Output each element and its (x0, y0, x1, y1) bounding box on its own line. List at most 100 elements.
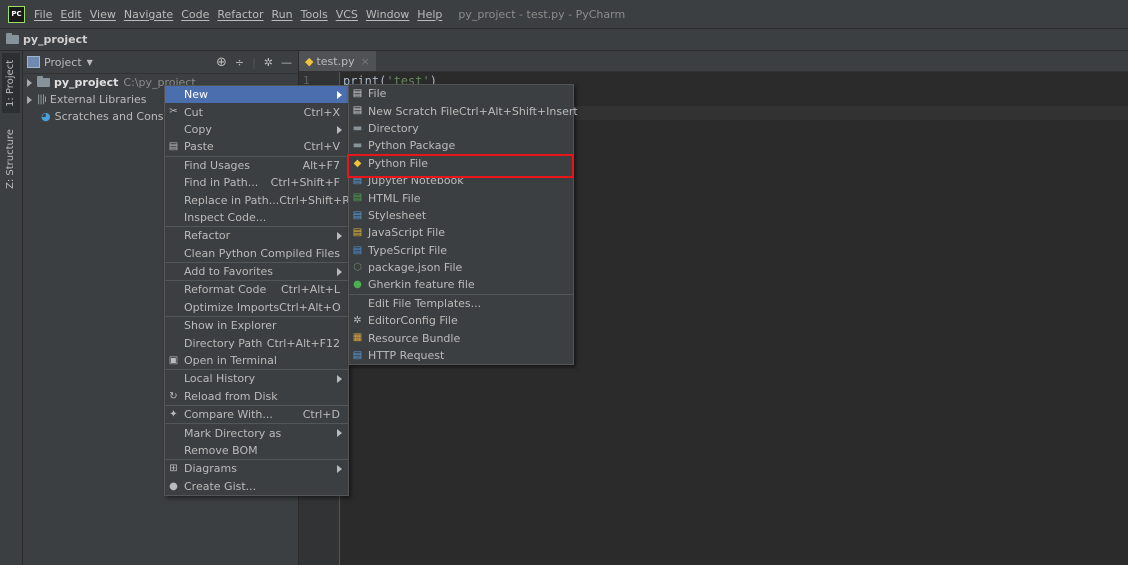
scissors-icon: ✂ (169, 106, 178, 118)
divider: | (252, 55, 256, 69)
menu-view[interactable]: View (86, 8, 120, 21)
menu-item-mark-directory-as[interactable]: Mark Directory as (165, 424, 348, 441)
menu-navigate[interactable]: Navigate (120, 8, 177, 21)
close-icon[interactable]: × (361, 55, 370, 68)
menu-item-label: EditorConfig File (368, 314, 458, 328)
tab-project[interactable]: 1: Project (2, 53, 20, 113)
menu-item-optimize-imports[interactable]: Optimize Imports Ctrl+Alt+O (165, 299, 348, 316)
menu-item-label: Directory (368, 121, 419, 135)
menu-item-label: Paste (184, 140, 214, 154)
tab-structure[interactable]: Z: Structure (2, 123, 20, 193)
menu-run[interactable]: Run (268, 8, 297, 21)
python-file-highlight (347, 154, 574, 178)
folder-icon (6, 33, 19, 44)
gear-icon[interactable]: ✲ (264, 56, 273, 69)
menu-item-label: Gherkin feature file (368, 278, 475, 292)
scratches-icon: ◕ (41, 110, 51, 123)
menu-item-label: HTML File (368, 191, 421, 205)
menu-item-label: package.json File (368, 261, 463, 275)
collapse-icon[interactable]: ÷ (235, 56, 244, 69)
menu-item-resource-bundle[interactable]: ▦ Resource Bundle (349, 329, 573, 346)
menu-item-label: Edit File Templates... (368, 296, 482, 310)
breadcrumb-project[interactable]: py_project (23, 33, 87, 46)
new-submenu: ▤ File ▤ New Scratch File Ctrl+Alt+Shift+Ins… (348, 84, 578, 366)
pycharm-window: PC File Edit View Navigate Code Refactor Run To… (0, 0, 1128, 565)
menu-item-add-to-favorites[interactable]: Add to Favorites (165, 263, 348, 280)
menu-item-diagrams[interactable]: ⊞ Diagrams (165, 460, 348, 477)
menu-item-gherkin-feature-file[interactable]: ● Gherkin feature file (349, 276, 573, 293)
project-view-icon (27, 56, 40, 68)
menu-item-editorconfig-file[interactable]: ✲ EditorConfig File (349, 312, 573, 329)
expand-arrow-icon[interactable] (27, 78, 32, 87)
menu-tools[interactable]: Tools (297, 8, 332, 21)
github-icon: ● (169, 480, 178, 492)
menu-item-label: Cut (184, 105, 203, 119)
menu-window[interactable]: Window (362, 8, 413, 21)
shortcut-label: Ctrl+Shift+F (270, 176, 340, 190)
css-file-icon: ▤ (352, 209, 363, 221)
menu-item-clean-python-compiled-files[interactable]: Clean Python Compiled Files (165, 245, 348, 262)
menu-file[interactable]: File (30, 8, 56, 21)
menu-item-local-history[interactable]: Local History (165, 370, 348, 387)
menu-item-remove-bom[interactable]: Remove BOM (165, 442, 348, 459)
locate-icon[interactable]: ⊕ (216, 55, 227, 70)
tab-test-py[interactable]: ◆ test.py × (299, 51, 376, 71)
menu-item-http-request[interactable]: ▤ HTTP Request (349, 347, 573, 364)
menu-item-find-in-path[interactable]: Find in Path... Ctrl+Shift+F (165, 174, 348, 191)
menu-item-label: Diagrams (184, 462, 237, 476)
hide-icon[interactable]: — (281, 56, 292, 69)
menu-item-python-package[interactable]: ▬ Python Package (349, 137, 573, 154)
menu-item-reload-from-disk[interactable]: ↻ Reload from Disk (165, 388, 348, 405)
menu-item-label: Mark Directory as (184, 426, 282, 440)
menu-edit[interactable]: Edit (56, 8, 85, 21)
menu-item-compare-with[interactable]: ✦ Compare With... Ctrl+D (165, 406, 348, 423)
menu-item-copy[interactable]: Copy (165, 121, 348, 138)
menu-item-directory[interactable]: ▬ Directory (349, 120, 573, 137)
bundle-icon: ▦ (352, 332, 363, 344)
tab-project-label: 1: Project (5, 59, 16, 107)
menu-item-edit-file-templates[interactable]: Edit File Templates... (349, 295, 573, 312)
menu-item-directory-path[interactable]: Directory Path Ctrl+Alt+F12 (165, 334, 348, 351)
menu-item-cut[interactable]: ✂ Cut Ctrl+X (165, 103, 348, 120)
menu-vcs[interactable]: VCS (332, 8, 362, 21)
clipboard-icon: ▤ (168, 141, 179, 153)
menu-item-label: Resource Bundle (368, 331, 461, 345)
menu-item-label: Reload from Disk (184, 389, 278, 403)
menu-item-label: Clean Python Compiled Files (184, 246, 340, 260)
menu-item-label: Create Gist... (184, 479, 257, 493)
menu-item-reformat-code[interactable]: Reformat Code Ctrl+Alt+L (165, 281, 348, 298)
menu-item-javascript-file[interactable]: ▤ JavaScript File (349, 224, 573, 241)
menu-refactor[interactable]: Refactor (213, 8, 267, 21)
tab-structure-label: Z: Structure (5, 129, 16, 189)
menu-item-new[interactable]: New (165, 86, 348, 104)
chevron-down-icon[interactable]: ▼ (87, 58, 93, 67)
folder-icon (37, 76, 50, 87)
menu-item-typescript-file[interactable]: ▤ TypeScript File (349, 242, 573, 259)
menu-item-stylesheet[interactable]: ▤ Stylesheet (349, 207, 573, 224)
menu-item-refactor[interactable]: Refactor (165, 227, 348, 244)
menu-item-label: Refactor (184, 229, 231, 243)
tab-label: test.py (316, 54, 355, 68)
menu-item-show-in-explorer[interactable]: Show in Explorer (165, 317, 348, 334)
menu-code[interactable]: Code (177, 8, 213, 21)
tree-item-label: External Libraries (49, 93, 147, 106)
project-view-dropdown[interactable]: Project (44, 56, 82, 69)
expand-arrow-icon[interactable] (27, 95, 32, 104)
menu-item-html-file[interactable]: ▤ HTML File (349, 189, 573, 206)
shortcut-label: Ctrl+Shift+R (279, 193, 350, 207)
menu-item-find-usages[interactable]: Find Usages Alt+F7 (165, 157, 348, 174)
submenu-arrow-icon (337, 429, 342, 438)
library-icon: |||ı (37, 94, 47, 105)
menu-item-package-json-file[interactable]: ⬡ package.json File (349, 259, 573, 276)
menu-item-file[interactable]: ▤ File (349, 85, 573, 102)
menu-item-label: Replace in Path... (184, 193, 280, 207)
menu-item-paste[interactable]: ▤ Paste Ctrl+V (165, 138, 348, 155)
menu-help[interactable]: Help (413, 8, 446, 21)
menu-item-replace-in-path[interactable]: Replace in Path... Ctrl+Shift+R (165, 191, 350, 208)
api-icon: ▤ (352, 349, 363, 361)
menu-item-inspect-code[interactable]: Inspect Code... (165, 209, 348, 226)
menu-item-new-scratch-file[interactable]: ▤ New Scratch File Ctrl+Alt+Shift+Insert (349, 102, 578, 119)
menu-item-create-gist[interactable]: ● Create Gist... (165, 478, 348, 495)
menu-item-label: Open in Terminal (184, 354, 277, 368)
menu-item-open-in-terminal[interactable]: ▣ Open in Terminal (165, 352, 348, 369)
